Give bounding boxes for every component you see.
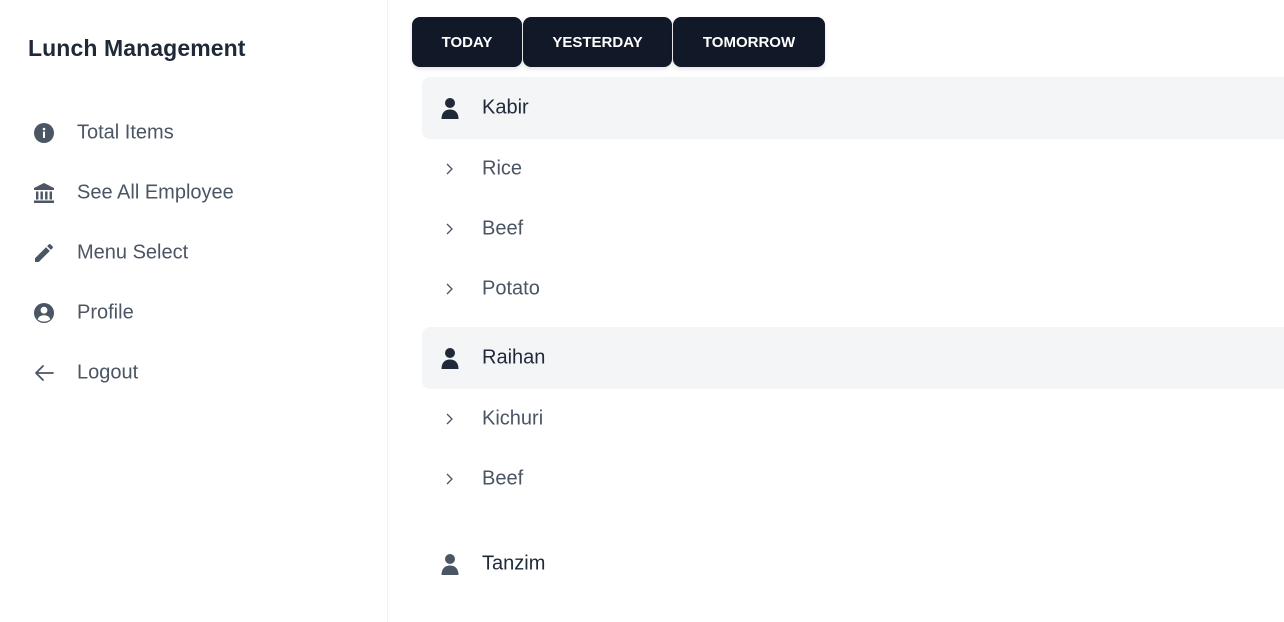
chevron-right-icon	[443, 412, 455, 426]
main-content: TODAY YESTERDAY TOMORROW Kabir Rice Beef…	[388, 0, 1284, 622]
employee-row[interactable]: Kabir	[422, 77, 1284, 139]
chevron-right-icon	[443, 282, 455, 296]
sidebar-item-total-items[interactable]: Total Items	[0, 103, 388, 163]
sidebar-item-logout[interactable]: Logout	[0, 343, 388, 403]
menu-item-name: Kichuri	[482, 407, 544, 430]
list-item[interactable]: Beef	[422, 199, 1284, 259]
sidebar-item-see-all-employee[interactable]: See All Employee	[0, 163, 388, 223]
list-item[interactable]: Kichuri	[422, 389, 1284, 449]
employee-name: Raihan	[482, 346, 546, 369]
tab-tomorrow[interactable]: TOMORROW	[673, 17, 825, 67]
menu-item-name: Beef	[482, 217, 524, 240]
bank-icon	[32, 181, 56, 205]
sidebar-item-profile[interactable]: Profile	[0, 283, 388, 343]
employee-name: Kabir	[482, 96, 529, 119]
person-icon	[440, 553, 460, 575]
sidebar-item-label: Menu Select	[77, 241, 189, 264]
day-tabs: TODAY YESTERDAY TOMORROW	[412, 17, 826, 67]
employee-row[interactable]: Raihan	[422, 327, 1284, 389]
arrow-left-icon	[32, 361, 56, 385]
list-item[interactable]: Beef	[422, 449, 1284, 509]
tab-today[interactable]: TODAY	[412, 17, 522, 67]
sidebar-item-label: Logout	[77, 361, 139, 384]
person-icon	[440, 347, 460, 369]
sidebar-item-menu-select[interactable]: Menu Select	[0, 223, 388, 283]
person-icon	[440, 97, 460, 119]
employee-name: Tanzim	[482, 552, 546, 575]
chevron-right-icon	[443, 472, 455, 486]
app-root: Lunch Management Total Items See All Emp…	[0, 0, 1284, 622]
list-item[interactable]: Rice	[422, 139, 1284, 199]
info-circle-icon	[32, 121, 56, 145]
tab-yesterday[interactable]: YESTERDAY	[523, 17, 672, 67]
menu-item-name: Rice	[482, 157, 523, 180]
pencil-icon	[32, 241, 56, 265]
app-title: Lunch Management	[28, 35, 246, 61]
sidebar-item-label: See All Employee	[77, 181, 234, 204]
employee-lunch-list: Kabir Rice Beef Potato Raihan Kichuri Be…	[422, 77, 1284, 595]
sidebar: Lunch Management Total Items See All Emp…	[0, 0, 388, 622]
menu-item-name: Potato	[482, 277, 540, 300]
sidebar-item-label: Profile	[77, 301, 134, 324]
sidebar-item-label: Total Items	[77, 121, 174, 144]
list-item[interactable]: Potato	[422, 259, 1284, 319]
employee-row[interactable]: Tanzim	[422, 533, 1284, 595]
chevron-right-icon	[443, 162, 455, 176]
sidebar-nav: Total Items See All Employee Menu Select…	[0, 103, 388, 403]
user-circle-icon	[32, 301, 56, 325]
chevron-right-icon	[443, 222, 455, 236]
menu-item-name: Beef	[482, 467, 524, 490]
